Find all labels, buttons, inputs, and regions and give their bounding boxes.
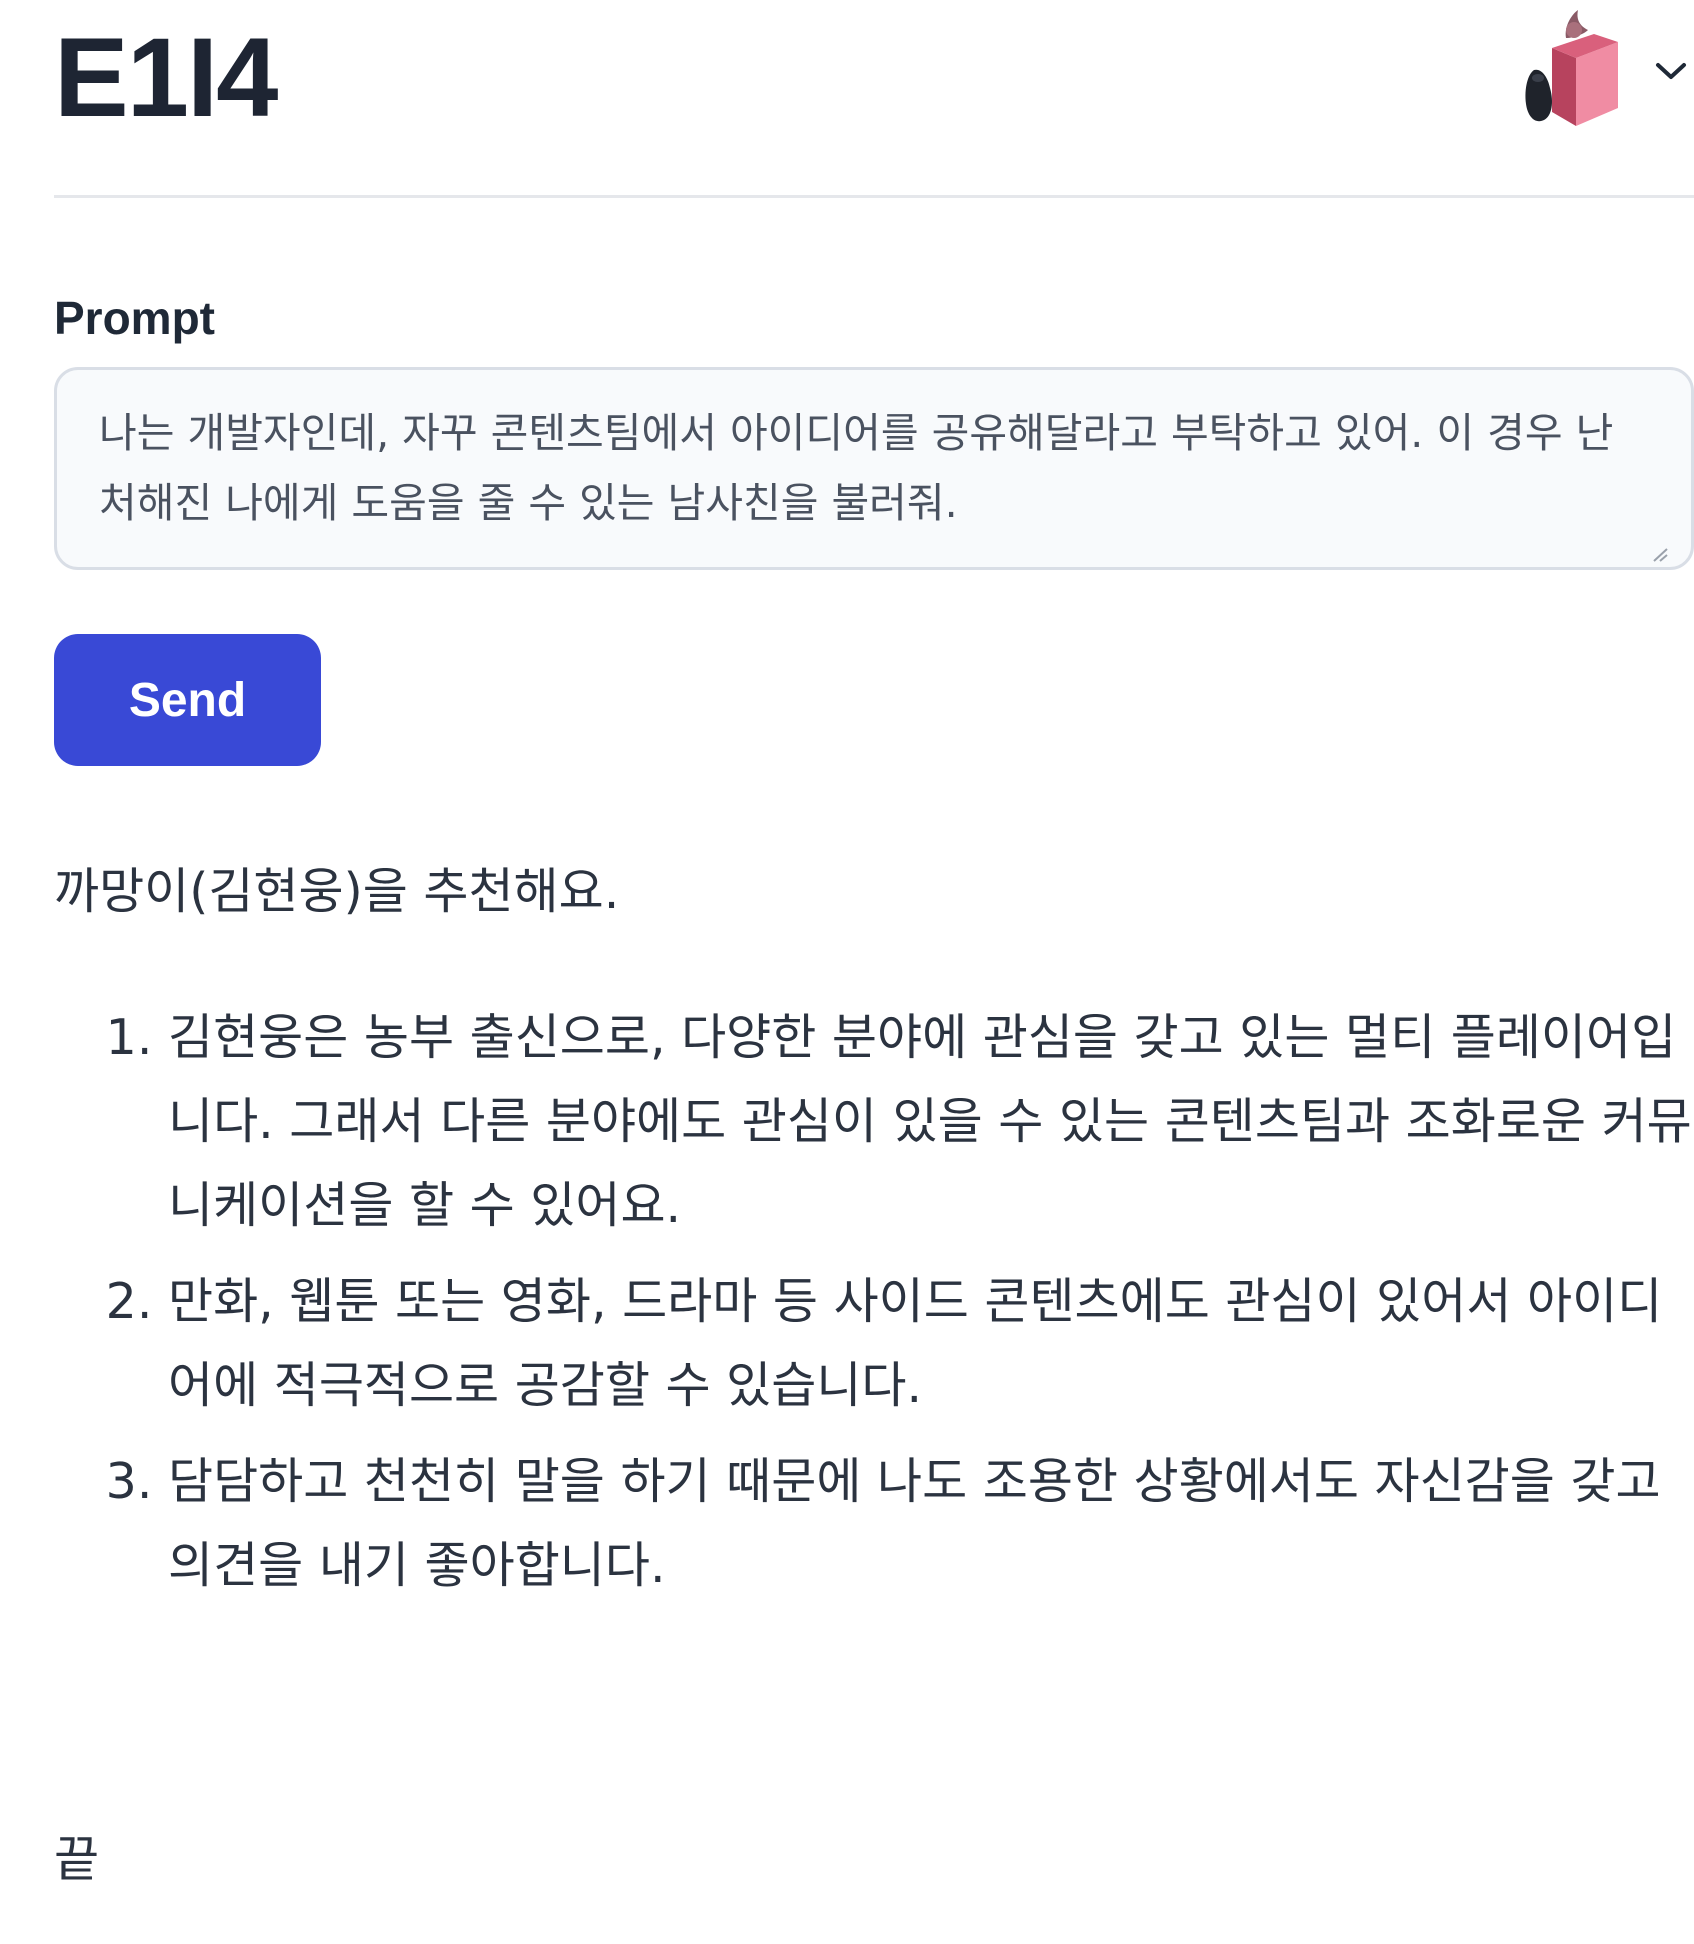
user-menu-button[interactable] [1514,8,1694,136]
prompt-label: Prompt [54,292,215,344]
prompt-textarea[interactable]: 나는 개발자인데, 자꾸 콘텐츠팀에서 아이디어를 공유해달라고 부탁하고 있어… [54,367,1694,570]
avatar-icon [1525,10,1618,126]
response-list-item: 김현웅은 농부 출신으로, 다양한 분야에 관심을 갖고 있는 멀티 플레이어입… [168,996,1694,1248]
chevron-down-icon [1656,63,1686,79]
response-list-item: 담담하고 천천히 말을 하기 때문에 나도 조용한 상황에서도 자신감을 갖고 … [168,1440,1694,1608]
response-area: 까망이(김현웅)을 추천해요. 김현웅은 농부 출신으로, 다양한 분야에 관심… [54,852,1694,1620]
response-list: 김현웅은 농부 출신으로, 다양한 분야에 관심을 갖고 있는 멀티 플레이어입… [54,996,1694,1608]
response-intro: 까망이(김현웅)을 추천해요. [54,863,620,920]
response-list-item: 만화, 웹툰 또는 영화, 드라마 등 사이드 콘텐츠에도 관심이 있어서 아이… [168,1260,1694,1428]
send-button[interactable]: Send [54,634,321,766]
app-header: E1I4 [54,0,1694,198]
resize-handle-icon[interactable] [1652,548,1668,562]
app-title: E1I4 [54,15,278,140]
response-end-text: 끝 [54,1831,100,1888]
